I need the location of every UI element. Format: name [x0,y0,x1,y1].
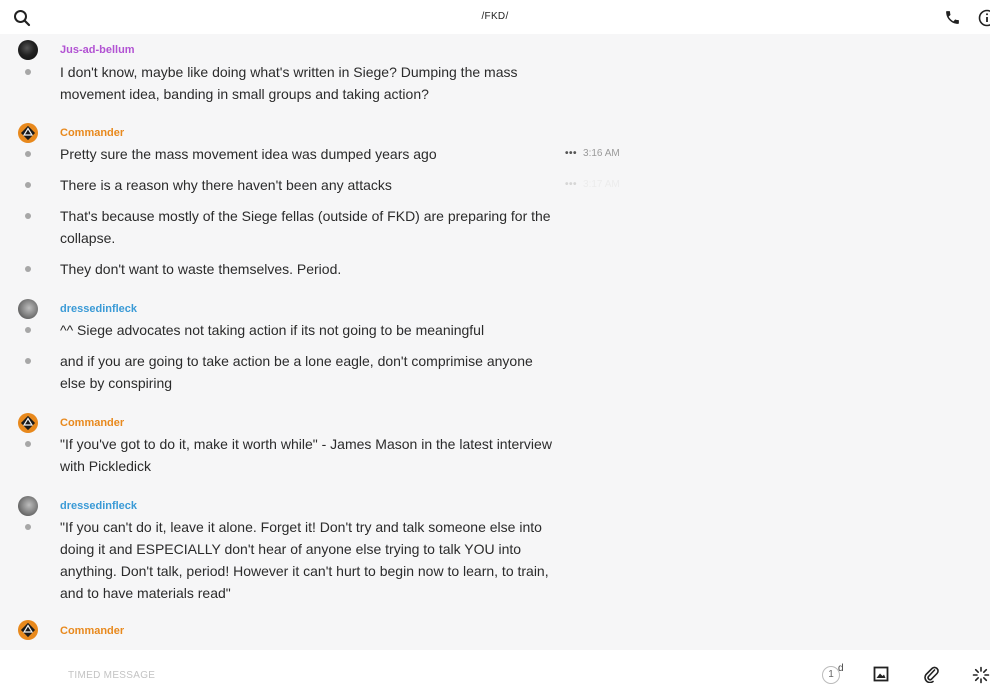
message-bullet [25,182,31,188]
timestamp: 3:16 AM [583,148,620,159]
top-bar: /FKD/ [0,0,990,34]
message-bullet [25,524,31,530]
message-text: Pretty sure the mass movement idea was d… [60,146,437,162]
avatar[interactable] [18,496,38,516]
message-bullet [25,358,31,364]
author-name[interactable]: Commander [60,625,124,637]
message-bullet [25,213,31,219]
author-name[interactable]: Jus-ad-bellum [60,44,135,56]
message-bullet [25,266,31,272]
phone-icon[interactable] [944,9,961,26]
avatar[interactable] [18,620,38,640]
message-text: "If you've got to do it, make it worth w… [60,436,552,474]
message-text: They don't want to waste themselves. Per… [60,261,342,277]
message-feed[interactable]: Jus-ad-bellum I don't know, maybe like d… [0,34,990,650]
message-text: and if you are going to take action be a… [60,353,533,391]
message-text: "If you can't do it, leave it alone. For… [60,519,549,601]
message-input[interactable]: TIMED MESSAGE [68,670,155,681]
author-name[interactable]: dressedinfleck [60,303,137,315]
avatar[interactable] [18,413,38,433]
timestamp: 3:17 AM [583,179,620,190]
message-composer: TIMED MESSAGE 1 d [0,650,990,700]
timer-unit: d [838,663,844,674]
message-bullet [25,69,31,75]
message-text: I don't know, maybe like doing what's wr… [60,64,518,102]
message-bullet [25,327,31,333]
message-text: There is a reason why there haven't been… [60,177,392,193]
conversation-title: /FKD/ [481,11,509,22]
message-text: That's because mostly of the Siege fella… [60,208,551,246]
message-bullet [25,151,31,157]
message-meta: ••• 3:16 AM [565,148,620,159]
paperclip-icon[interactable] [923,665,939,683]
info-icon[interactable] [978,9,990,27]
author-name[interactable]: Commander [60,417,124,429]
more-options-icon[interactable]: ••• [565,179,577,190]
message-meta: ••• 3:17 AM [565,179,620,190]
author-name[interactable]: dressedinfleck [60,500,137,512]
avatar[interactable] [18,123,38,143]
more-options-icon[interactable]: ••• [565,148,577,159]
avatar[interactable] [18,40,38,60]
image-icon[interactable] [873,666,889,682]
message-bullet [25,441,31,447]
message-text: ^^ Siege advocates not taking action if … [60,322,485,338]
author-name[interactable]: Commander [60,127,124,139]
loading-icon[interactable] [972,666,990,684]
avatar[interactable] [18,299,38,319]
